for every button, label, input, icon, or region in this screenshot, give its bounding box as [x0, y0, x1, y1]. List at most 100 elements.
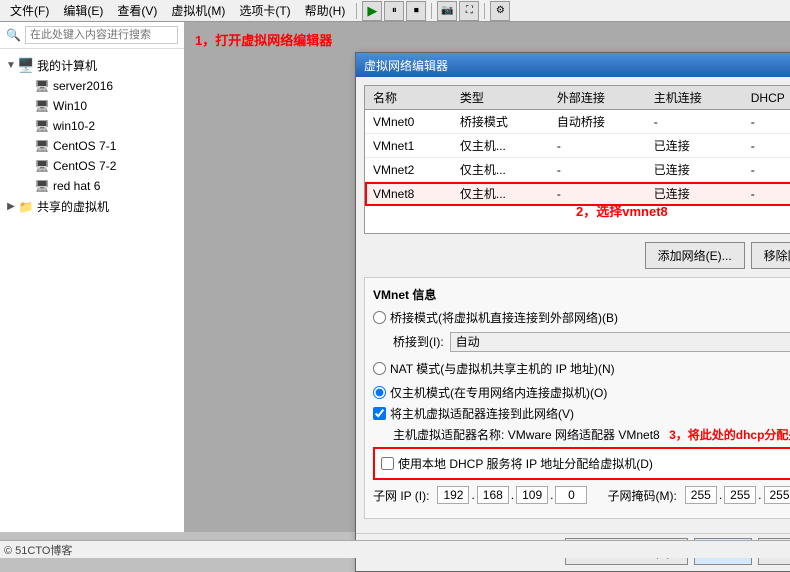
cell-type-2: 仅主机... [452, 158, 549, 182]
dhcp-checkbox[interactable] [381, 457, 394, 470]
separator [356, 3, 357, 19]
subnet-ip-3[interactable] [555, 486, 587, 504]
vm-label-centos72: CentOS 7-2 [53, 159, 116, 173]
subnet-mask-2[interactable] [764, 486, 790, 504]
cell-host-2: 已连接 [646, 158, 743, 182]
subnet-mask-inputs: . . . [685, 486, 790, 504]
host-only-mode-label: 仅主机模式(在专用网络内连接虚拟机)(O) [390, 384, 607, 401]
cell-type-0: 桥接模式 [452, 110, 549, 134]
col-host: 主机连接 [646, 86, 743, 110]
cell-dhcp-0: - [743, 110, 790, 134]
sidebar-tree: ▼ 🖥️ 我的计算机 🖥 server2016 🖥 Win10 [0, 49, 184, 532]
nat-mode-radio[interactable] [373, 362, 386, 375]
dialog-title-bar: 虚拟网络编辑器 ✕ [356, 53, 790, 77]
vm-icon-centos72: 🖥 [34, 158, 50, 174]
dhcp-label: 使用本地 DHCP 服务将 IP 地址分配给虚拟机(D) [398, 455, 653, 472]
subnet-mask-label: 子网掩码(M): [607, 487, 676, 504]
vm-centos72[interactable]: 🖥 CentOS 7-2 [16, 156, 184, 176]
bridge-to-select[interactable]: 自动 [450, 332, 790, 352]
subnet-mask-0[interactable] [685, 486, 717, 504]
vm-icon-redhat6: 🖥 [34, 178, 50, 194]
col-dhcp: DHCP [743, 86, 790, 110]
add-network-button[interactable]: 添加网络(E)... [645, 242, 745, 269]
virtual-network-editor-dialog: 虚拟网络编辑器 ✕ 名称 类型 外部连接 主机连接 DHCP [355, 52, 790, 572]
cell-name-1: VMnet1 [365, 134, 452, 158]
host-only-mode-radio[interactable] [373, 386, 386, 399]
connect-adapter-label: 将主机虚拟适配器连接到此网络(V) [390, 405, 574, 422]
pause-button[interactable]: ⏸ [384, 1, 404, 21]
full-screen-button[interactable]: ⛶ [459, 1, 479, 21]
connect-adapter-row: 将主机虚拟适配器连接到此网络(V) [373, 405, 790, 422]
cell-dhcp-1: - [743, 134, 790, 158]
stop-button[interactable]: ⏹ [406, 1, 426, 21]
vm-icon-win10: 🖥 [34, 98, 50, 114]
vm-centos71[interactable]: 🖥 CentOS 7-1 [16, 136, 184, 156]
menu-tab[interactable]: 选项卡(T) [233, 0, 296, 21]
right-area: 1，打开虚拟网络编辑器 虚拟网络编辑器 ✕ 名称 类型 外部连接 [185, 22, 790, 532]
cell-name-3: VMnet8 [365, 182, 452, 206]
adapter-name-value: VMware 网络适配器 VMnet8 [508, 428, 660, 442]
menu-file[interactable]: 文件(F) [4, 0, 55, 21]
separator2 [431, 3, 432, 19]
bridge-mode-radio[interactable] [373, 311, 386, 324]
vm-icon-server2016: 🖥 [34, 78, 50, 94]
vm-win10-2[interactable]: 🖥 win10-2 [16, 116, 184, 136]
menu-view[interactable]: 查看(V) [111, 0, 163, 21]
vm-label-centos71: CentOS 7-1 [53, 139, 116, 153]
menu-help[interactable]: 帮助(H) [299, 0, 352, 21]
my-computer-label: 我的计算机 [37, 57, 97, 74]
dhcp-row: 使用本地 DHCP 服务将 IP 地址分配给虚拟机(D) DHCP 设置(P).… [373, 447, 790, 480]
col-type: 类型 [452, 86, 549, 110]
table-row[interactable]: VMnet2 仅主机... - 已连接 - 192.168.88.0 [365, 158, 790, 182]
vmnet-info-title: VMnet 信息 [373, 286, 790, 303]
shared-label: 共享的虚拟机 [37, 198, 109, 215]
search-input[interactable] [25, 26, 178, 44]
remove-network-button[interactable]: 移除网络(O) [751, 242, 790, 269]
table-action-buttons: 添加网络(E)... 移除网络(O) 重命名网络(A)... [364, 242, 790, 269]
menu-vm[interactable]: 虚拟机(M) [165, 0, 231, 21]
subnet-ip-0[interactable] [437, 486, 469, 504]
col-name: 名称 [365, 86, 452, 110]
vm-label-win10-2: win10-2 [53, 119, 95, 133]
cell-type-1: 仅主机... [452, 134, 549, 158]
dialog-content: 名称 类型 外部连接 主机连接 DHCP 子网地址 VMnet0 [356, 77, 790, 533]
connect-adapter-checkbox[interactable] [373, 407, 386, 420]
computer-icon: 🖥️ [18, 58, 34, 74]
cell-name-0: VMnet0 [365, 110, 452, 134]
vm-label-server2016: server2016 [53, 79, 113, 93]
subnet-ip-2[interactable] [516, 486, 548, 504]
host-only-mode-row: 仅主机模式(在专用网络内连接虚拟机)(O) [373, 384, 790, 401]
cell-host-0: - [646, 110, 743, 134]
col-external: 外部连接 [549, 86, 646, 110]
shared-vms-item[interactable]: ▶ 📁 共享的虚拟机 [0, 196, 184, 217]
cell-external-2: - [549, 158, 646, 182]
subnet-mask-1[interactable] [724, 486, 756, 504]
menu-edit[interactable]: 编辑(E) [57, 0, 109, 21]
play-button[interactable]: ▶ [362, 1, 382, 21]
cell-type-3: 仅主机... [452, 182, 549, 206]
settings-button[interactable]: ⚙ [490, 1, 510, 21]
vm-label-redhat6: red hat 6 [53, 179, 100, 193]
nat-mode-row: NAT 模式(与虚拟机共享主机的 IP 地址)(N) NAT 设置(S)... [373, 357, 790, 380]
search-icon: 🔍 [6, 28, 21, 42]
vm-redhat6[interactable]: 🖥 red hat 6 [16, 176, 184, 196]
bridge-to-label: 桥接到(I): [393, 333, 444, 350]
subnet-ip-1[interactable] [477, 486, 509, 504]
vm-win10[interactable]: 🖥 Win10 [16, 96, 184, 116]
cell-external-1: - [549, 134, 646, 158]
shared-folder-icon: 📁 [18, 199, 34, 215]
menu-bar: 文件(F) 编辑(E) 查看(V) 虚拟机(M) 选项卡(T) 帮助(H) ▶ … [0, 0, 790, 22]
bridge-to-row: 桥接到(I): 自动 自动设置(U)... [373, 330, 790, 353]
my-computer-item[interactable]: ▼ 🖥️ 我的计算机 [0, 55, 184, 76]
cell-name-2: VMnet2 [365, 158, 452, 182]
table-row[interactable]: VMnet0 桥接模式 自动桥接 - - - [365, 110, 790, 134]
subnet-ip-label: 子网 IP (I): [373, 487, 429, 504]
adapter-name-label: 主机虚拟适配器名称: [393, 428, 504, 442]
network-table: 名称 类型 外部连接 主机连接 DHCP 子网地址 VMnet0 [365, 86, 790, 206]
nat-mode-label: NAT 模式(与虚拟机共享主机的 IP 地址)(N) [390, 360, 615, 377]
table-row[interactable]: VMnet1 仅主机... - 已连接 - 192.168.153.0 [365, 134, 790, 158]
bridge-mode-label: 桥接模式(将虚拟机直接连接到外部网络)(B) [390, 309, 618, 326]
separator3 [484, 3, 485, 19]
snap-button[interactable]: 📷 [437, 1, 457, 21]
vm-server2016[interactable]: 🖥 server2016 [16, 76, 184, 96]
